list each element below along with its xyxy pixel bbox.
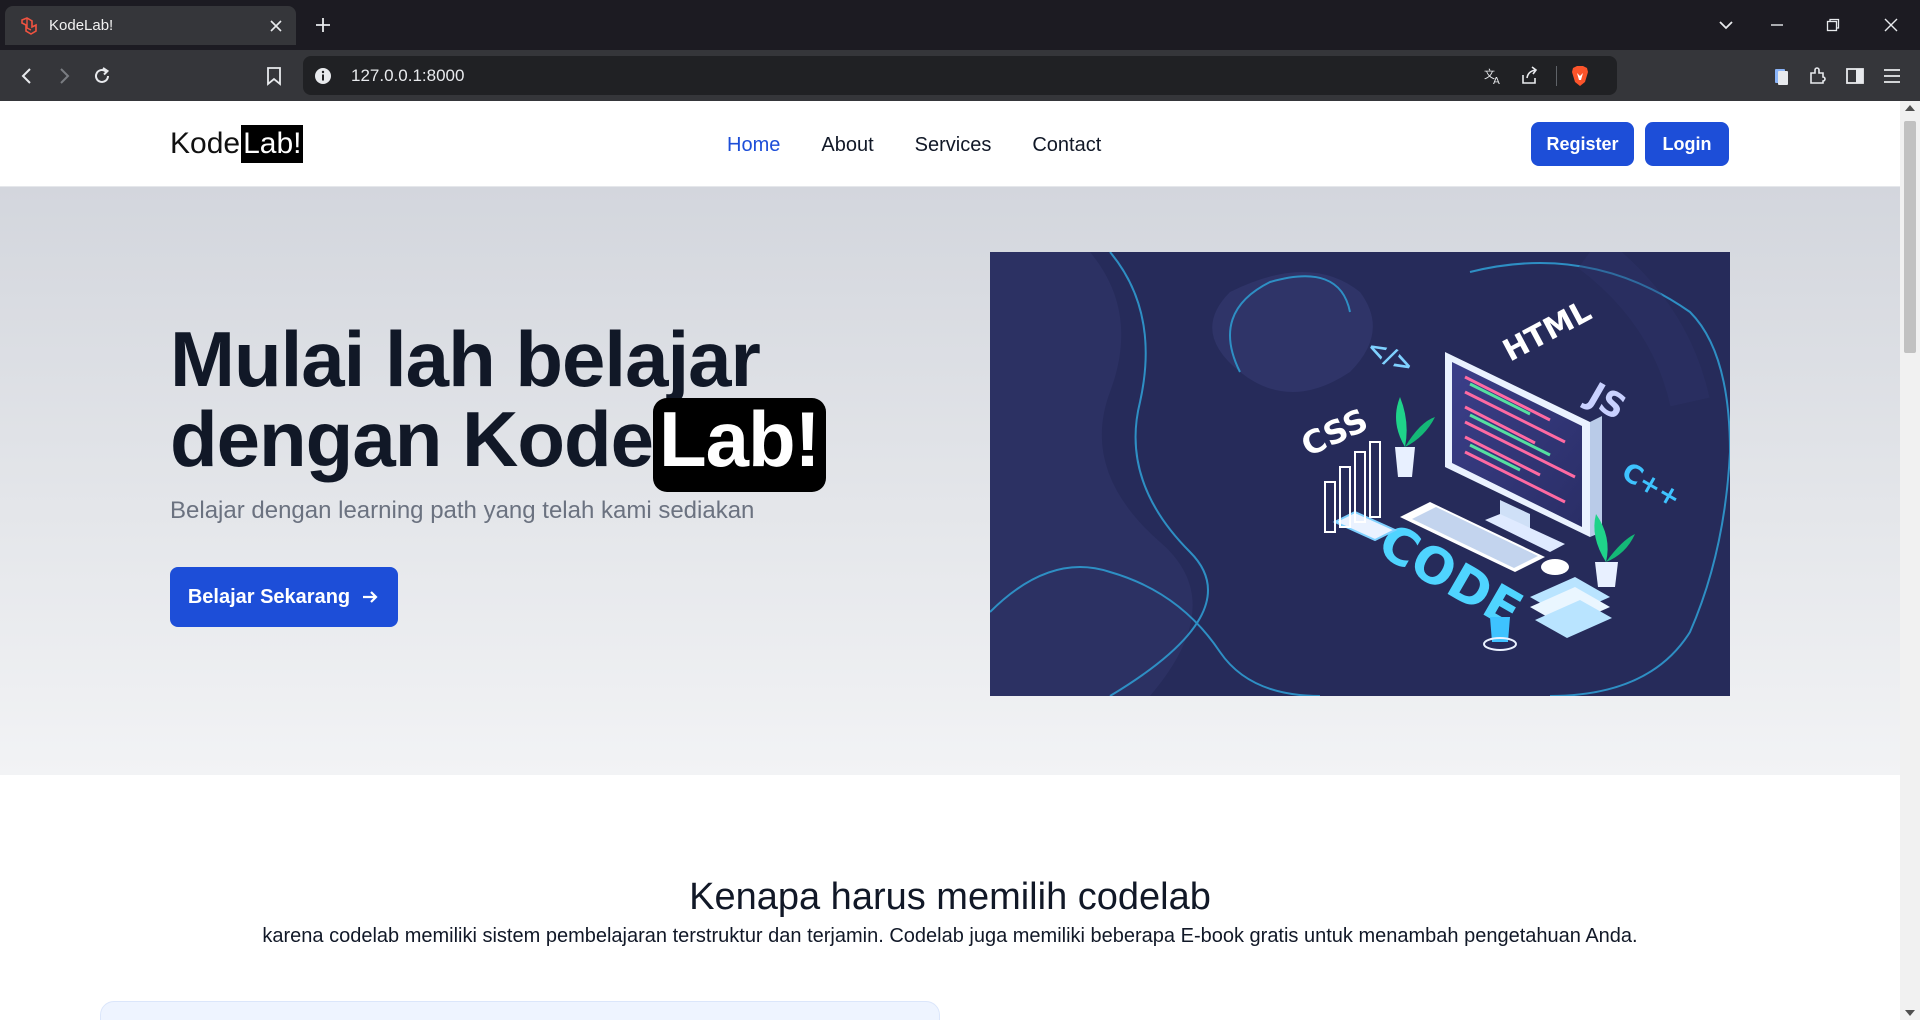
- hero-title-line2: dengan KodeLab!: [170, 398, 870, 492]
- browser-tab-active[interactable]: KodeLab!: [5, 6, 296, 45]
- cta-label: Belajar Sekarang: [187, 585, 351, 608]
- nav-link-home[interactable]: Home: [727, 134, 780, 157]
- translate-icon[interactable]: 文A: [1482, 65, 1504, 87]
- why-section-title: Kenapa harus memilih codelab: [689, 876, 1211, 918]
- reload-icon[interactable]: [89, 63, 115, 89]
- wallet-icon[interactable]: [1768, 63, 1794, 89]
- hero-title-highlight: Lab!: [653, 398, 826, 492]
- scrollbar-thumb[interactable]: [1904, 121, 1916, 353]
- nav-link-contact[interactable]: Contact: [1032, 134, 1101, 157]
- site-logo[interactable]: Kode Lab!: [170, 125, 304, 163]
- sidebar-toggle-icon[interactable]: [1842, 63, 1868, 89]
- browser-toolbar: 127.0.0.1:8000 文A: [0, 50, 1920, 101]
- site-info-icon[interactable]: [313, 66, 333, 86]
- logo-kode-text: Kode: [170, 127, 241, 160]
- hero-illustration: </> HTML CSS JS C++ CODE: [990, 252, 1730, 696]
- arrow-right-icon: [360, 587, 380, 607]
- browser-tabbar: KodeLab!: [0, 0, 1920, 50]
- login-button[interactable]: Login: [1645, 122, 1729, 166]
- hero-title-prefix: dengan Kode: [170, 395, 654, 483]
- brave-shields-icon[interactable]: [1569, 65, 1591, 87]
- url-text: 127.0.0.1:8000: [351, 66, 465, 85]
- minimize-icon[interactable]: [1766, 14, 1788, 36]
- forward-icon[interactable]: [51, 63, 77, 89]
- new-tab-icon[interactable]: [312, 14, 334, 36]
- hero-subtitle: Belajar dengan learning path yang telah …: [170, 497, 755, 524]
- belajar-sekarang-button[interactable]: Belajar Sekarang: [170, 567, 398, 627]
- close-tab-icon[interactable]: [266, 16, 286, 36]
- hero-title-line1: Mulai lah belajar: [170, 315, 761, 403]
- svg-text:A: A: [1493, 76, 1500, 86]
- register-button[interactable]: Register: [1531, 122, 1634, 166]
- restore-icon[interactable]: [1822, 14, 1844, 36]
- scroll-up-arrow-icon[interactable]: [1905, 105, 1915, 111]
- site-navbar: Kode Lab! Home About Services Contact Reg…: [0, 101, 1900, 187]
- nav-links: Home About Services Contact: [727, 134, 1142, 157]
- nav-link-services[interactable]: Services: [915, 134, 992, 157]
- hero-title: Mulai lah belajar dengan KodeLab!: [170, 320, 870, 492]
- close-window-icon[interactable]: [1880, 14, 1902, 36]
- tab-search-chevron-icon[interactable]: [1715, 14, 1737, 36]
- back-icon[interactable]: [14, 63, 40, 89]
- share-icon[interactable]: [1518, 65, 1540, 87]
- page-viewport: Kode Lab! Home About Services Contact Reg…: [0, 101, 1900, 1020]
- page-scrollbar[interactable]: [1900, 101, 1920, 1020]
- hero-section: Mulai lah belajar dengan KodeLab! Belaja…: [0, 187, 1900, 775]
- laravel-favicon-icon: [19, 16, 39, 36]
- logo-lab-text: Lab!: [241, 125, 304, 163]
- browser-tab-title: KodeLab!: [49, 17, 114, 34]
- bookmark-icon[interactable]: [261, 63, 287, 89]
- extensions-icon[interactable]: [1805, 63, 1831, 89]
- omnibox-divider: [1556, 66, 1557, 86]
- address-bar[interactable]: 127.0.0.1:8000 文A: [303, 56, 1617, 95]
- nav-link-about[interactable]: About: [821, 134, 873, 157]
- scroll-down-arrow-icon[interactable]: [1905, 1010, 1915, 1016]
- why-section-description: karena codelab memiliki sistem pembelaja…: [262, 925, 1638, 947]
- menu-icon[interactable]: [1879, 63, 1905, 89]
- feature-card: [100, 1001, 940, 1020]
